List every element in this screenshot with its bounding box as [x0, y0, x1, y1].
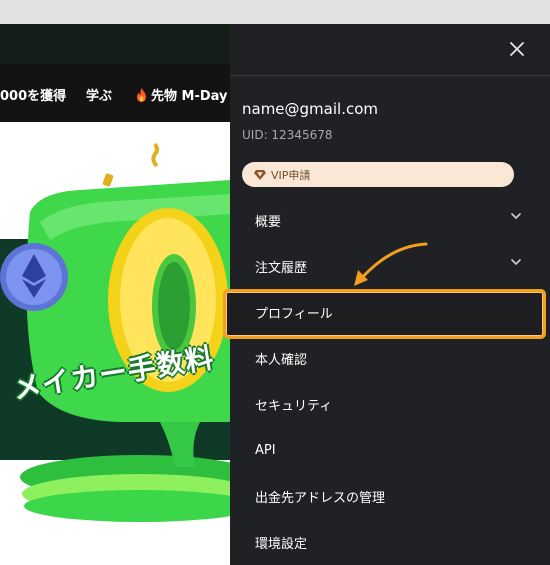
- menu-item-identity-verification[interactable]: 本人確認: [230, 338, 550, 378]
- diamond-icon: [254, 169, 266, 180]
- menu-item-label: API: [255, 442, 276, 458]
- menu-item-label: 本人確認: [255, 352, 308, 368]
- account-email: name@gmail.com: [242, 100, 379, 118]
- menu-item-label: プロフィール: [255, 306, 333, 322]
- menu-item-profile[interactable]: プロフィール: [230, 292, 550, 332]
- drawer-divider: [230, 75, 550, 76]
- promo-banner: メイカー手数料: [0, 122, 230, 565]
- menu-item-settings[interactable]: 環境設定: [230, 522, 550, 562]
- fire-icon: [137, 87, 146, 102]
- chevron-down-icon: [511, 259, 521, 266]
- menu-item-label: 出金先アドレスの管理: [255, 490, 386, 506]
- close-button[interactable]: [506, 38, 528, 60]
- close-icon: [510, 42, 524, 56]
- menu-item-label: 環境設定: [255, 536, 308, 552]
- menu-item-api[interactable]: API: [230, 430, 550, 470]
- menu-item-label: 注文履歴: [255, 260, 308, 276]
- menu-item-label: 概要: [255, 214, 282, 230]
- browser-top-strip: [0, 0, 550, 24]
- pointer-arrow-icon: [354, 242, 428, 286]
- menu-item-withdrawal-addresses[interactable]: 出金先アドレスの管理: [230, 476, 550, 516]
- chevron-down-icon: [511, 213, 521, 220]
- vip-apply-label: VIP申請: [271, 168, 311, 182]
- menu-item-overview[interactable]: 概要: [230, 200, 550, 240]
- nav-futures-label: 先物 M-Day: [151, 89, 228, 104]
- nav-learn-link[interactable]: 学ぶ: [86, 85, 112, 104]
- menu-item-label: セキュリティ: [255, 398, 333, 414]
- page-nav-bar: 000を獲得 学ぶ 先物 M-Day: [0, 64, 230, 122]
- nav-earn-link[interactable]: 000を獲得: [0, 85, 66, 104]
- page-header: [0, 24, 230, 64]
- account-drawer: name@gmail.com UID: 12345678 VIP申請 概要 注文…: [223, 24, 550, 565]
- vip-apply-button[interactable]: VIP申請: [242, 162, 514, 187]
- background-page: 000を獲得 学ぶ 先物 M-Day メイカー手数料: [0, 24, 230, 565]
- nav-futures-link[interactable]: 先物 M-Day: [136, 85, 228, 104]
- account-uid: UID: 12345678: [242, 128, 333, 142]
- menu-item-security[interactable]: セキュリティ: [230, 384, 550, 424]
